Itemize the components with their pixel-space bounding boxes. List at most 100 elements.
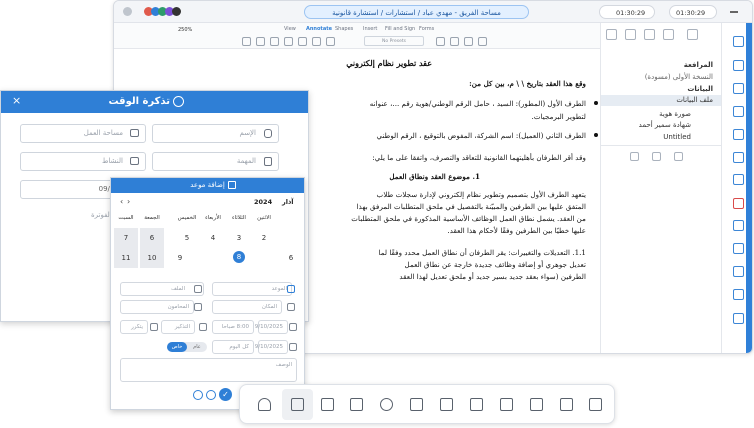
repeat-field[interactable]: يتكرر	[120, 320, 148, 334]
pen-tool-icon[interactable]	[312, 37, 321, 46]
tab-insert[interactable]: Insert	[363, 26, 377, 32]
tree-version[interactable]: النسخة الأولى (مسودة)	[645, 73, 713, 81]
all-day-field[interactable]: كل اليوم	[212, 340, 254, 354]
link-icon[interactable]	[644, 29, 655, 40]
rail-calendar-icon[interactable]	[733, 174, 744, 185]
note-tool-icon[interactable]	[298, 37, 307, 46]
check-all-icon[interactable]	[206, 390, 216, 400]
cal-day[interactable]: 2	[252, 228, 276, 248]
user-avatar-icon[interactable]	[123, 7, 132, 16]
tree-item[interactable]: شهادة سمير أحمد	[639, 121, 691, 129]
lawyers-field[interactable]: المحامون	[120, 300, 194, 314]
highlight-tool-icon[interactable]	[256, 37, 265, 46]
tree-item[interactable]: صورة هوية	[659, 110, 691, 118]
cal-day-selected[interactable]: 8	[233, 251, 245, 263]
tab-fill-sign[interactable]: Fill and Sign	[385, 26, 415, 32]
tree-data[interactable]: البيانات	[687, 85, 713, 93]
tag-private[interactable]: خاص	[167, 342, 187, 352]
redo-icon[interactable]	[450, 37, 459, 46]
calendar-icon[interactable]	[470, 398, 483, 411]
cal-day[interactable]: 6	[140, 228, 164, 248]
menu-icon[interactable]	[687, 29, 698, 40]
image-icon[interactable]	[625, 29, 636, 40]
rail-mail-icon[interactable]	[733, 198, 744, 209]
zoom-level[interactable]: 250%	[178, 27, 192, 33]
presets-dropdown[interactable]: No Presets	[364, 36, 424, 46]
color-dot-5[interactable]	[172, 7, 181, 16]
date-label-field[interactable]: الموعد	[212, 282, 292, 296]
cal-day[interactable]: 3	[227, 228, 251, 248]
add-icon[interactable]	[630, 152, 639, 161]
rail-clipboard-icon[interactable]	[733, 266, 744, 277]
cal-day[interactable]: 9	[168, 248, 192, 268]
strike-tool-icon[interactable]	[284, 37, 293, 46]
rail-boxes-icon[interactable]	[733, 129, 744, 140]
start-time-field[interactable]: 8:00 صباحا	[212, 320, 254, 334]
save-button[interactable]: ✓	[219, 388, 232, 401]
underline-tool-icon[interactable]	[270, 37, 279, 46]
name-field[interactable]: الإسم	[152, 124, 279, 143]
tag-general[interactable]: عام	[187, 342, 207, 352]
gavel-icon[interactable]	[589, 398, 602, 411]
tab-view[interactable]: View	[284, 26, 296, 32]
rail-users-icon[interactable]	[733, 152, 744, 163]
tree-file[interactable]: ملف البيانات	[676, 96, 713, 104]
settings-icon[interactable]	[464, 37, 473, 46]
rail-files-icon[interactable]	[733, 289, 744, 300]
rail-copy-icon[interactable]	[733, 243, 744, 254]
tab-annotate[interactable]: Annotate	[306, 26, 332, 32]
file-label-field[interactable]: الملف	[120, 282, 204, 296]
cal-day[interactable]: 4	[201, 228, 225, 248]
upload-icon[interactable]	[652, 152, 661, 161]
newspaper-icon[interactable]	[440, 398, 453, 411]
cal-day[interactable]: 5	[175, 228, 199, 248]
cal-day[interactable]: 10	[140, 248, 164, 268]
close-icon[interactable]: ×	[12, 94, 21, 108]
activity-field[interactable]: النشاط	[20, 152, 146, 171]
rail-upload-icon[interactable]	[733, 313, 744, 324]
folder-icon[interactable]	[674, 152, 683, 161]
place-field[interactable]: المكان	[212, 300, 282, 314]
export-icon[interactable]	[606, 29, 617, 40]
tab-forms[interactable]: Forms	[419, 26, 434, 32]
start-date-field[interactable]: 9/10/2025	[255, 320, 288, 334]
end-date-field[interactable]: 9/10/2025	[255, 340, 288, 354]
tree-item[interactable]: Untitled	[663, 133, 691, 141]
contact-card-icon[interactable]	[500, 398, 513, 411]
rail-people-icon[interactable]	[733, 36, 744, 47]
eraser-tool-icon[interactable]	[326, 37, 335, 46]
attach-icon[interactable]	[193, 390, 203, 400]
rail-document-icon[interactable]	[733, 220, 744, 231]
timer-2[interactable]: 01:30:29	[669, 5, 717, 19]
cal-next-icon[interactable]: ›	[127, 197, 130, 206]
rail-list-icon[interactable]	[733, 106, 744, 117]
remind-field[interactable]: التذكير	[161, 320, 195, 334]
cal-day[interactable]: 7	[114, 228, 138, 248]
cal-day[interactable]: 11	[114, 248, 138, 268]
cal-year[interactable]: 2024	[254, 198, 272, 206]
tab-shapes[interactable]: Shapes	[335, 26, 353, 32]
book-icon[interactable]	[410, 398, 423, 411]
text-tool-icon[interactable]	[242, 37, 251, 46]
cal-month[interactable]: آذار	[282, 198, 294, 206]
person-icon[interactable]	[258, 398, 271, 411]
timer-1[interactable]: 01:30:29	[599, 5, 655, 19]
cal-prev-icon[interactable]: ‹	[120, 197, 123, 206]
cal-day-side[interactable]: 6	[279, 248, 303, 268]
clipboard-icon[interactable]	[530, 398, 543, 411]
copy-icon[interactable]	[321, 398, 334, 411]
breadcrumb-title[interactable]: مساحة الفريق - مهدي عباد / استشارات / اس…	[304, 5, 529, 19]
folder-icon[interactable]	[291, 398, 304, 411]
coins-icon[interactable]	[380, 398, 393, 411]
rail-chat-icon[interactable]	[733, 83, 744, 94]
undo-icon[interactable]	[436, 37, 445, 46]
share-icon[interactable]	[663, 29, 674, 40]
task-field[interactable]: المهمة	[152, 152, 279, 171]
description-field[interactable]: الوصف	[120, 358, 297, 382]
mail-icon[interactable]	[350, 398, 363, 411]
grid-icon[interactable]	[560, 398, 573, 411]
tree-root[interactable]: المرافعة	[684, 61, 713, 69]
minimize-icon[interactable]	[730, 11, 738, 13]
workspace-field[interactable]: مساحة العمل	[20, 124, 146, 143]
rail-home-icon[interactable]	[733, 60, 744, 71]
